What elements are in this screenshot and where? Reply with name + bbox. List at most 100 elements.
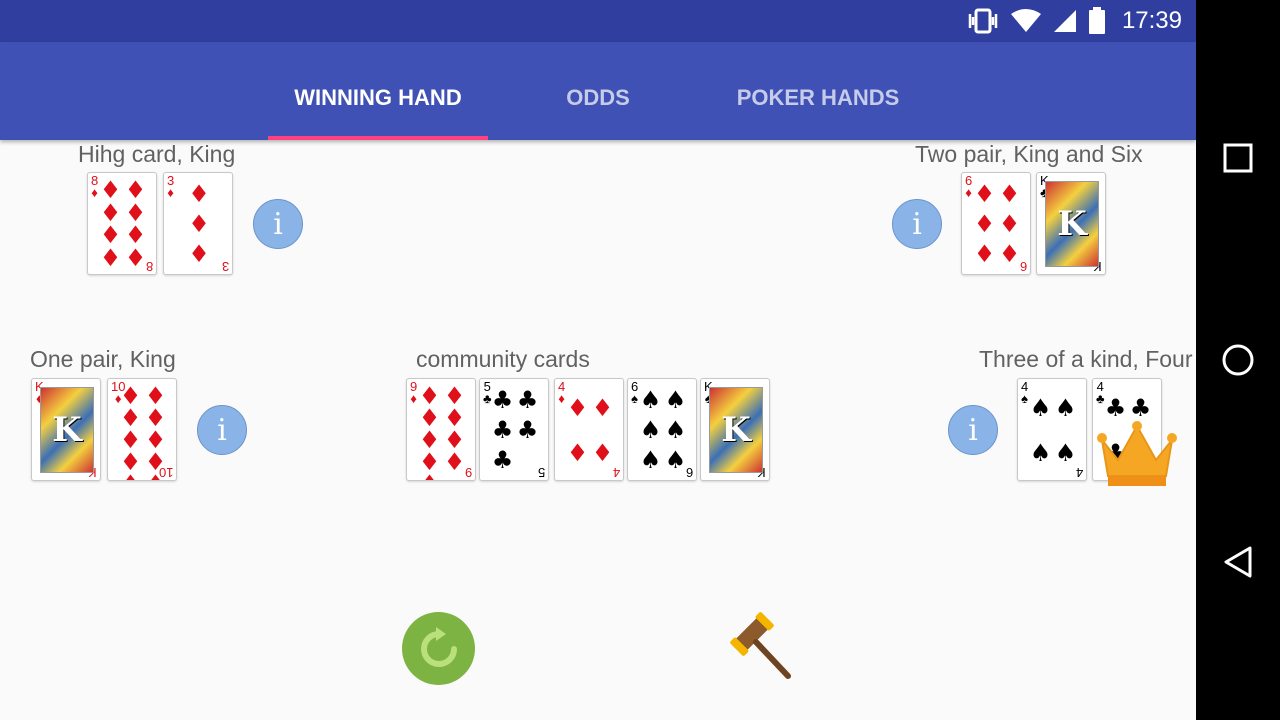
gavel-button[interactable]: [722, 612, 796, 686]
reload-button[interactable]: [402, 612, 475, 685]
circle-icon: [1222, 344, 1254, 376]
suit-pip: ♦: [566, 438, 589, 467]
suit-pip: ♦: [419, 472, 441, 480]
card-pips: ♠ ♠ ♠ ♠ ♠ ♠: [638, 385, 688, 475]
info-button-mid-left[interactable]: i: [197, 405, 247, 455]
suit-pip: ♠: [639, 416, 662, 444]
card-face-art: K: [1045, 181, 1099, 267]
card-9-red: 9♦9♦♦♦♦♦♦♦♦♦: [406, 378, 476, 481]
suit-pip: ♦: [973, 240, 996, 268]
suit-pip: ♦: [998, 180, 1021, 208]
card-10-red: 10♦10♦♦♦♦♦♦♦♦♦♦: [107, 378, 177, 481]
suit-pip: ♦: [566, 393, 589, 422]
suit-pip: ♦: [120, 472, 142, 480]
recent-apps-button[interactable]: [1196, 98, 1280, 218]
suit-pip: ♠: [1054, 438, 1077, 467]
card-pips: ♦ ♦ ♦: [174, 179, 224, 269]
suit-pip: ♣: [491, 416, 514, 444]
card-pips: ♦ ♦ ♦ ♦: [565, 385, 615, 475]
card-pips: ♣ ♣ ♣ ♣ ♣: [490, 385, 540, 475]
suit-pip: ♦: [188, 180, 210, 208]
suit-pip: ♠: [639, 386, 662, 414]
suit-pip: ♠: [664, 416, 687, 444]
suit-pip: ♦: [998, 240, 1021, 268]
card-pips: ♦♦♦♦♦♦♦♦♦♦: [118, 384, 168, 480]
suit-pip: ♦: [591, 393, 614, 422]
hand-label-top-right: Two pair, King and Six: [915, 141, 1143, 167]
suit-pip: ♦: [124, 176, 147, 205]
tab-winning-hand[interactable]: WINNING HAND: [268, 42, 488, 140]
suit-pip: ♦: [188, 240, 210, 268]
status-bar: 17:39: [0, 0, 1196, 42]
suit-pip: ♣: [1104, 393, 1127, 422]
suit-pip: ♣: [491, 386, 514, 414]
card-6-red: 6 ♦ 6 ♦ ♦ ♦ ♦ ♦ ♦: [961, 172, 1031, 275]
suit-pip: ♠: [639, 446, 662, 474]
status-icons: 17:39: [966, 0, 1182, 42]
card-face-art: K: [40, 387, 94, 473]
winner-crown-icon: [1096, 420, 1178, 490]
suit-pip: ♠: [1029, 438, 1052, 467]
card-face-letter: K: [52, 410, 82, 450]
suit-pip: ♠: [1054, 393, 1077, 422]
status-clock: 17:39: [1121, 7, 1182, 34]
tab-odds[interactable]: ODDS: [488, 42, 708, 140]
suit-pip: ♦: [99, 221, 122, 250]
wifi-icon: [1010, 8, 1042, 34]
suit-pip: ♦: [124, 221, 147, 250]
suit-pip: ♦: [99, 176, 122, 205]
square-icon: [1223, 143, 1253, 173]
suit-pip: ♠: [664, 386, 687, 414]
card-3-red: 3 ♦ 3 ♦ ♦ ♦: [163, 172, 233, 275]
card-K-black: K♠KK: [700, 378, 770, 481]
card-face-art: K: [709, 387, 763, 473]
back-button[interactable]: [1196, 502, 1280, 622]
hand-label-mid-left: One pair, King: [30, 346, 176, 372]
suit-pip: ♣: [1129, 393, 1152, 422]
card-face-letter: K: [721, 410, 751, 450]
card-face-letter: K: [1057, 204, 1087, 244]
gavel-icon: [730, 612, 791, 679]
suit-pip: ♣: [516, 386, 539, 414]
navigation-bar: [1196, 0, 1280, 720]
info-icon: i: [968, 412, 978, 448]
card-K-black: K♣KK: [1036, 172, 1106, 275]
back-triangle-icon: [1224, 546, 1252, 578]
hand-label-mid-right: Three of a kind, Four: [979, 346, 1193, 372]
suit-pip: ♦: [591, 438, 614, 467]
card-pips: ♠ ♠ ♠ ♠: [1028, 385, 1078, 475]
suit-pip: ♦: [145, 472, 167, 480]
info-button-top-left[interactable]: i: [253, 199, 303, 249]
card-pips: ♦ ♦ ♦ ♦ ♦ ♦: [972, 179, 1022, 269]
tab-bar: WINNING HAND ODDS POKER HANDS: [0, 42, 1196, 140]
card-4-black: 4 ♠ 4 ♠ ♠ ♠ ♠: [1017, 378, 1087, 481]
tab-poker-hands[interactable]: POKER HANDS: [708, 42, 928, 140]
card-pips: ♦ ♦ ♦ ♦ ♦ ♦ ♦ ♦: [98, 176, 148, 272]
suit-pip: ♣: [516, 416, 539, 444]
info-icon: i: [217, 412, 227, 448]
suit-pip: ♦: [998, 210, 1021, 238]
vibrate-icon: [966, 8, 1000, 34]
info-button-top-right[interactable]: i: [892, 199, 942, 249]
card-5-black: 5 ♣ 5 ♣ ♣ ♣ ♣ ♣: [479, 378, 549, 481]
suit-pip: ♠: [664, 446, 687, 474]
battery-icon: [1088, 7, 1106, 35]
card-4-red: 4 ♦ 4 ♦ ♦ ♦ ♦: [554, 378, 624, 481]
suit-pip: ♦: [443, 448, 466, 476]
suit-pip: ♣: [491, 446, 514, 474]
suit-pip: ♦: [99, 243, 122, 272]
card-8-red: 8 ♦ 8 ♦ ♦ ♦ ♦ ♦ ♦ ♦ ♦: [87, 172, 157, 275]
community-cards-label: community cards: [416, 346, 590, 372]
card-6-black: 6 ♠ 6 ♠ ♠ ♠ ♠ ♠ ♠: [627, 378, 697, 481]
suit-pip: ♦: [973, 180, 996, 208]
hand-label-top-left: Hihg card, King: [78, 141, 236, 167]
info-button-mid-right[interactable]: i: [948, 405, 998, 455]
home-button[interactable]: [1196, 300, 1280, 420]
suit-pip: ♦: [973, 210, 996, 238]
refresh-icon: [420, 626, 457, 667]
suit-pip: ♦: [188, 210, 210, 238]
suit-pip: ♠: [1029, 393, 1052, 422]
signal-icon: [1052, 8, 1078, 34]
card-pips: ♦♦♦♦♦♦♦♦♦: [417, 384, 467, 480]
info-icon: i: [912, 206, 922, 242]
